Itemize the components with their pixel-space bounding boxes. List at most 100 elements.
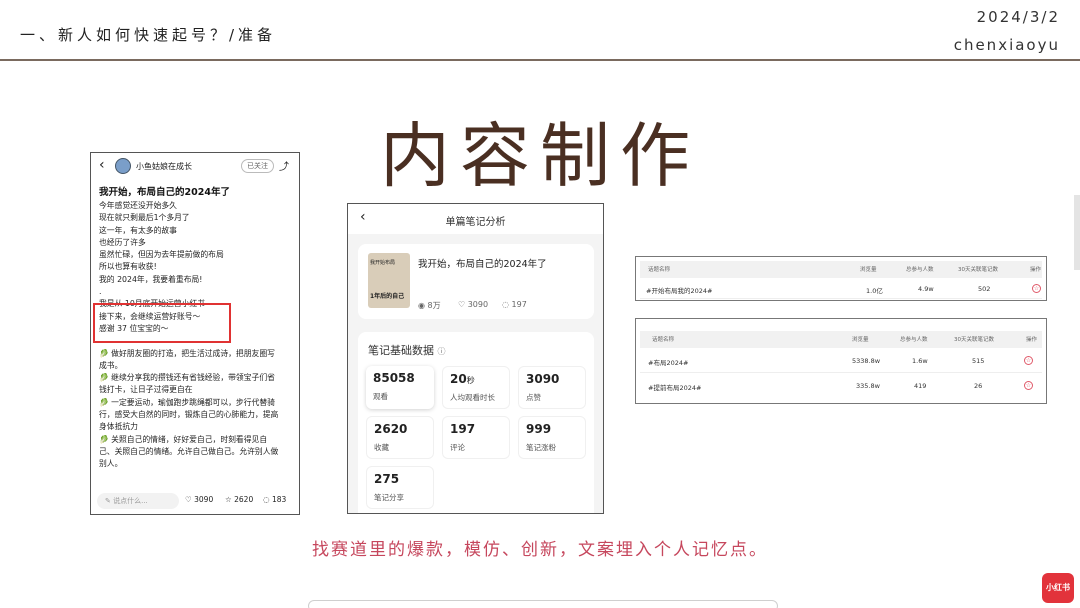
topic-participants: 1.6w: [912, 357, 928, 365]
stat-label: 人均观看时长: [450, 393, 495, 402]
favorite-icon[interactable]: ☆: [1024, 356, 1033, 365]
header-notes[interactable]: 30天关联笔记数: [954, 335, 994, 343]
header-views[interactable]: 浏览量: [860, 265, 877, 273]
stat-cell-comments[interactable]: 197 评论: [442, 416, 510, 459]
table-row[interactable]: #提前布局2024# 335.8w 419 26 ☆: [640, 375, 1042, 399]
info-icon[interactable]: ⓘ: [438, 347, 446, 356]
comment-input[interactable]: ✎ 说点什么...: [97, 493, 179, 509]
xiaohongshu-logo-icon[interactable]: 小红书: [1042, 573, 1074, 603]
note-line: 现在就只剩最后1个多月了: [99, 213, 190, 223]
highlight-box: [93, 303, 231, 343]
basic-data-card: 笔记基础数据 ⓘ 85058 观看 20秒 人均观看时长 3090 点赞 262…: [358, 332, 594, 513]
note-line: 今年感觉还没开始多久: [99, 201, 177, 210]
note-thumbnail: 我开始布局 1年后的自己: [368, 253, 410, 308]
comment-placeholder: 说点什么...: [113, 497, 148, 505]
topic-notes: 502: [978, 285, 991, 293]
bottom-toolbar[interactable]: [308, 600, 778, 608]
star-icon: ☆: [225, 495, 232, 504]
thumbnail-caption-top: 我开始布局: [370, 260, 396, 266]
note-line: 也经历了许多: [99, 237, 146, 247]
view-count: 8万: [427, 301, 441, 310]
topic-name[interactable]: #开始布局我的2024#: [646, 285, 712, 295]
comment-button[interactable]: ◌ 183: [263, 495, 286, 504]
header-topic: 话题名称: [652, 337, 675, 343]
stat-label: 笔记分享: [374, 493, 404, 502]
stat-cell-followers[interactable]: 999 笔记涨粉: [518, 416, 586, 459]
header-participants[interactable]: 总参与人数: [900, 335, 928, 343]
share-icon[interactable]: ⤴: [279, 158, 289, 173]
collect-count: 2620: [234, 495, 254, 504]
note-line: 所以也算有收获!: [99, 262, 157, 272]
table-header: 话题名称 浏览量 总参与人数 30天关联笔记数 操作: [640, 261, 1042, 278]
favorite-icon[interactable]: ☆: [1032, 284, 1041, 293]
header-topic: 话题名称: [648, 267, 671, 273]
note-title: 我开始，布局自己的2024年了: [418, 259, 547, 270]
table-row[interactable]: #开始布局我的2024# 1.0亿 4.9w 502 ☆: [640, 279, 1042, 299]
chevron-left-icon[interactable]: ‹: [99, 157, 105, 173]
note-line: 身体抵抗力: [99, 422, 138, 432]
topic-participants: 4.9w: [918, 285, 934, 293]
stat-cell-avg-time[interactable]: 20秒 人均观看时长: [442, 366, 510, 409]
stat-cell-views[interactable]: 85058 观看: [366, 366, 434, 409]
note-line: 钱打卡，让日子过得更自在: [99, 385, 193, 395]
collect-button[interactable]: ☆ 2620: [225, 495, 253, 504]
section-title: 笔记基础数据 ⓘ: [368, 342, 446, 358]
like-stat: ♡ 3090: [458, 300, 488, 309]
favorite-icon[interactable]: ☆: [1024, 381, 1033, 390]
topic-table-1: 话题名称 浏览量 总参与人数 30天关联笔记数 操作 #开始布局我的2024# …: [635, 256, 1047, 301]
header-participants[interactable]: 总参与人数: [906, 265, 934, 273]
stat-value: 2620: [374, 422, 408, 436]
scrollbar[interactable]: [1074, 195, 1080, 270]
like-count: 3090: [194, 495, 214, 504]
slide-date: 2024/3/2: [976, 8, 1060, 26]
note-detail-screenshot: ‹ 小鱼姑娘在成长 已关注 ⤴ 我开始，布局自己的2024年了 今年感觉还没开始…: [90, 152, 300, 515]
stat-cell-likes[interactable]: 3090 点赞: [518, 366, 586, 409]
note-line: 己、关照自己的情绪。允许自己做自己。允许别人做: [99, 446, 279, 456]
comment-count: 183: [271, 495, 287, 504]
avatar[interactable]: [115, 158, 131, 174]
like-button[interactable]: ♡ 3090: [185, 495, 213, 504]
stat-value: 275: [374, 472, 400, 486]
comment-stat: ◌ 197: [502, 300, 527, 309]
note-line: 别人。: [99, 459, 123, 469]
table-header: 话题名称 浏览量 总参与人数 30天关联笔记数 操作: [640, 331, 1042, 348]
comment-count: 197: [511, 300, 527, 309]
stat-label: 评论: [450, 443, 465, 452]
note-title: 我开始，布局自己的2024年了: [99, 187, 230, 198]
topic-table-2: 话题名称 浏览量 总参与人数 30天关联笔记数 操作 #布局2024# 5338…: [635, 318, 1047, 404]
stat-cell-shares[interactable]: 275 笔记分享: [366, 466, 434, 509]
section-title-text: 笔记基础数据: [368, 344, 434, 357]
eye-icon: ◉: [418, 301, 425, 310]
note-line: 🥬 一定要运动，瑜伽跑步跳绳都可以，步行代替骑: [99, 397, 275, 407]
note-line: 这一年，有太多的故事: [99, 225, 177, 235]
header-notes[interactable]: 30天关联笔记数: [958, 265, 998, 273]
topic-name[interactable]: #提前布局2024#: [648, 382, 701, 392]
header-action: 操作: [1026, 337, 1038, 343]
view-stat: ◉ 8万: [418, 300, 441, 311]
topic-notes: 26: [974, 382, 983, 390]
stat-unit: 秒: [466, 376, 475, 385]
header-views[interactable]: 浏览量: [852, 335, 869, 343]
heart-icon: ♡: [458, 300, 466, 309]
table-row[interactable]: #布局2024# 5338.8w 1.6w 515 ☆: [640, 349, 1042, 373]
note-summary-card[interactable]: 我开始布局 1年后的自己 我开始，布局自己的2024年了 ◉ 8万 ♡ 3090…: [358, 244, 594, 319]
stat-value: 999: [526, 422, 552, 436]
stat-value: 3090: [526, 372, 560, 386]
note-analysis-screenshot: ‹ 单篇笔记分析 我开始布局 1年后的自己 我开始，布局自己的2024年了 ◉ …: [347, 203, 604, 514]
stat-value: 197: [450, 422, 476, 436]
note-line: .: [99, 287, 102, 297]
author-name[interactable]: 小鱼姑娘在成长: [136, 161, 192, 172]
heart-icon: ♡: [185, 495, 192, 504]
stat-value: 20: [450, 372, 467, 386]
stat-cell-collects[interactable]: 2620 收藏: [366, 416, 434, 459]
stat-label: 点赞: [526, 393, 541, 402]
note-line: 🥬 关照自己的情绪，好好爱自己，时刻看得见自: [99, 434, 268, 444]
stat-label: 观看: [373, 392, 388, 401]
follow-button[interactable]: 已关注: [241, 159, 274, 173]
topic-views: 1.0亿: [866, 287, 883, 295]
note-line: 🥬 继续分享我的攒钱还有省钱经验，带领宝子们省: [99, 373, 275, 383]
topic-views: 5338.8w: [852, 357, 881, 365]
stat-label: 笔记涨粉: [526, 443, 556, 452]
note-action-bar: ✎ 说点什么... ♡ 3090 ☆ 2620 ◌ 183: [91, 491, 299, 513]
topic-name[interactable]: #布局2024#: [648, 357, 688, 367]
